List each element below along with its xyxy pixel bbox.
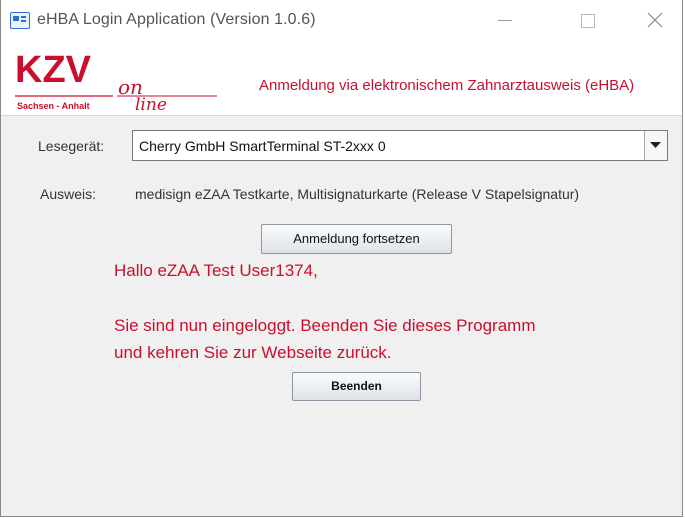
reader-label: Lesegerät:	[38, 138, 105, 154]
card-label: Ausweis:	[40, 186, 97, 202]
svg-text:line: line	[135, 95, 167, 112]
minimize-button[interactable]	[488, 6, 532, 34]
card-reader-select[interactable]: Cherry GmbH SmartTerminal ST-2xxx 0	[132, 130, 668, 161]
close-button[interactable]	[633, 6, 677, 34]
maximize-button[interactable]	[569, 6, 613, 34]
minimize-icon	[498, 20, 512, 21]
svg-text:KZV: KZV	[15, 52, 92, 91]
window-title: eHBA Login Application (Version 1.0.6)	[37, 11, 316, 28]
id-card-icon	[10, 12, 30, 29]
banner-title: Anmeldung via elektronischem Zahnarztaus…	[259, 77, 635, 94]
dropdown-arrow-button[interactable]	[644, 131, 667, 160]
card-value: medisign eZAA Testkarte, Multisignaturka…	[135, 186, 580, 202]
kzv-online-logo: KZV Sachsen - Anhalt on line	[15, 52, 217, 112]
title-bar: eHBA Login Application (Version 1.0.6)	[1, 0, 682, 40]
svg-text:Sachsen - Anhalt: Sachsen - Anhalt	[17, 101, 90, 111]
logged-in-message-line1: Sie sind nun eingeloggt. Beenden Sie die…	[114, 316, 536, 335]
close-icon	[647, 12, 663, 28]
header-banner: KZV Sachsen - Anhalt on line Anmeldung v…	[1, 40, 682, 116]
continue-login-button[interactable]: Anmeldung fortsetzen	[261, 224, 452, 254]
greeting-text: Hallo eZAA Test User1374,	[114, 261, 318, 280]
login-window: eHBA Login Application (Version 1.0.6) K…	[0, 0, 683, 517]
chevron-down-icon	[650, 142, 661, 148]
exit-button[interactable]: Beenden	[292, 372, 421, 401]
logged-in-message-line2: und kehren Sie zur Webseite zurück.	[114, 343, 392, 362]
card-reader-value: Cherry GmbH SmartTerminal ST-2xxx 0	[139, 138, 386, 154]
maximize-icon	[581, 14, 595, 28]
